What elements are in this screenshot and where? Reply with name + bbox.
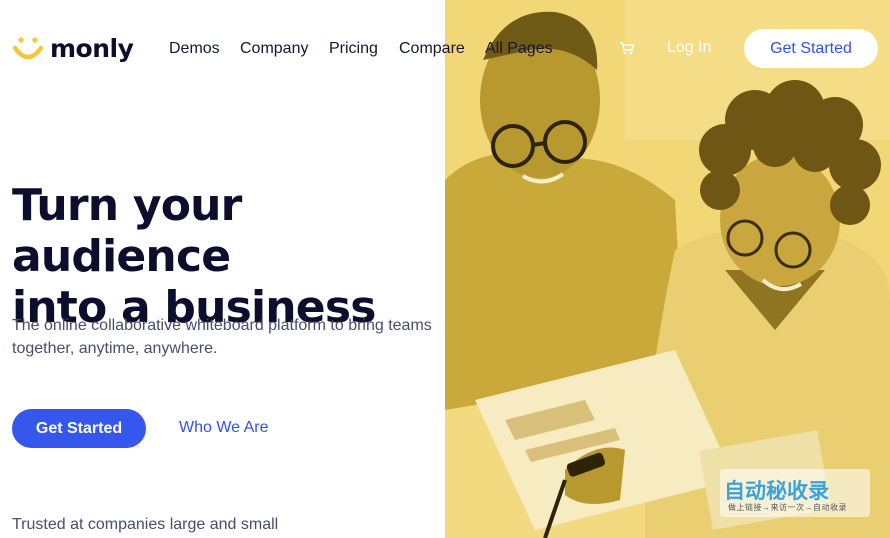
nav-link-company[interactable]: Company (240, 40, 308, 58)
cart-icon[interactable] (619, 41, 635, 55)
nav-link-compare[interactable]: Compare (399, 40, 465, 58)
hero-photo-illustration (445, 0, 890, 538)
hero-photo (445, 0, 890, 538)
brand-logo[interactable]: monly (12, 32, 134, 64)
nav-link-all-pages[interactable]: All Pages (485, 40, 553, 58)
watermark-badge: 自动秘收录 做上链接→来访一次→自动收录 (720, 469, 870, 517)
who-we-are-link[interactable]: Who We Are (179, 419, 269, 437)
hero-subheadline: The online collaborative whiteboard plat… (12, 314, 437, 360)
brand-name: monly (50, 33, 134, 63)
nav-link-demos[interactable]: Demos (169, 40, 220, 58)
get-started-hero-button[interactable]: Get Started (12, 409, 146, 448)
login-link[interactable]: Log In (667, 39, 711, 57)
trusted-companies-text: Trusted at companies large and small (12, 516, 279, 533)
watermark-sub-text: 做上链接→来访一次→自动收录 (728, 503, 847, 512)
get-started-nav-button[interactable]: Get Started (744, 29, 878, 68)
smile-logo-icon (12, 37, 44, 60)
hero-headline: Turn your audience into a business (12, 180, 442, 333)
nav-link-pricing[interactable]: Pricing (329, 40, 378, 58)
hero-headline-line-1: Turn your audience (12, 180, 242, 282)
hero-subheadline-line-2: together, anytime, anywhere. (12, 340, 218, 357)
hero-subheadline-line-1: The online collaborative whiteboard plat… (12, 317, 432, 334)
watermark-main-text: 自动秘收录 (724, 479, 829, 503)
